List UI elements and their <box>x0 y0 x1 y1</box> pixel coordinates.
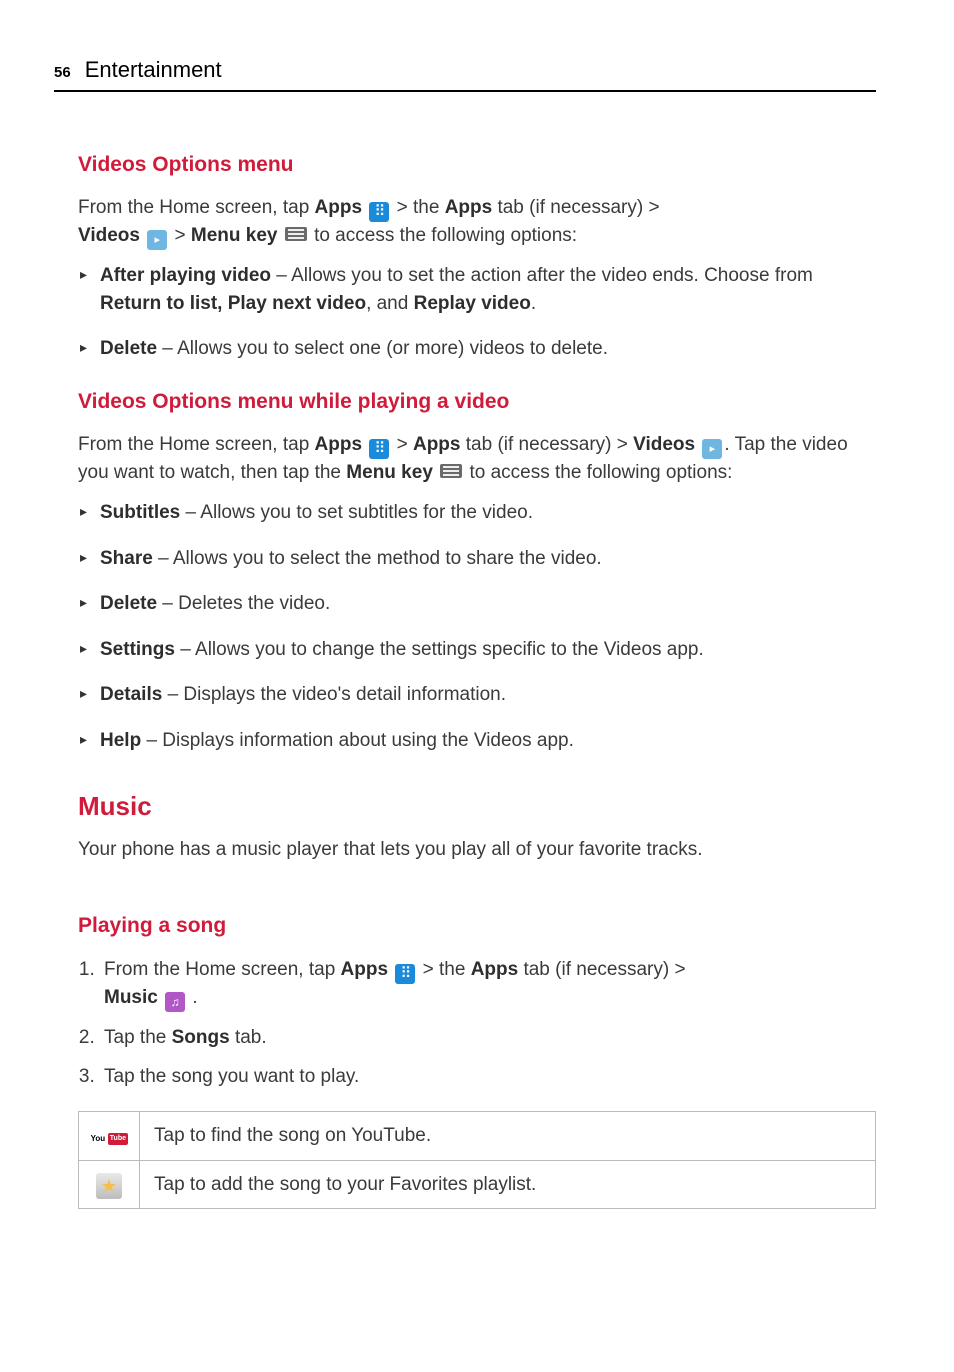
section-title: Entertainment <box>85 54 222 86</box>
table-row: Tap to find the song on YouTube. <box>79 1112 876 1161</box>
youtube-icon <box>88 1130 130 1148</box>
running-header: 56 Entertainment <box>54 54 876 92</box>
videos-icon <box>702 439 722 459</box>
list-item: Help – Displays information about using … <box>78 727 876 755</box>
heading-videos-options: Videos Options menu <box>78 150 876 180</box>
list-item: Delete – Allows you to select one (or mo… <box>78 335 876 363</box>
list-item: Subtitles – Allows you to set subtitles … <box>78 499 876 527</box>
music-icons-table: Tap to find the song on YouTube. Tap to … <box>78 1111 876 1209</box>
menu-key-icon <box>440 464 462 478</box>
list-item: Delete – Deletes the video. <box>78 590 876 618</box>
intro-videos-options-playing: From the Home screen, tap Apps > Apps ta… <box>78 431 876 487</box>
page-number: 56 <box>54 62 71 84</box>
apps-icon <box>395 964 415 984</box>
music-intro: Your phone has a music player that lets … <box>78 836 876 864</box>
heading-music: Music <box>78 788 876 826</box>
table-row: Tap to add the song to your Favorites pl… <box>79 1160 876 1209</box>
playing-song-steps: From the Home screen, tap Apps > the App… <box>78 956 876 1091</box>
videos-icon <box>147 230 167 250</box>
videos-playing-options-list: Subtitles – Allows you to set subtitles … <box>78 499 876 754</box>
step-item: Tap the Songs tab. <box>100 1024 876 1052</box>
apps-icon <box>369 439 389 459</box>
intro-videos-options: From the Home screen, tap Apps > the App… <box>78 194 876 250</box>
table-cell: Tap to find the song on YouTube. <box>140 1112 876 1161</box>
star-icon-cell <box>79 1160 140 1209</box>
apps-icon <box>369 202 389 222</box>
star-icon <box>96 1173 122 1199</box>
youtube-icon-cell <box>79 1112 140 1161</box>
list-item: Settings – Allows you to change the sett… <box>78 636 876 664</box>
table-cell: Tap to add the song to your Favorites pl… <box>140 1160 876 1209</box>
list-item: After playing video – Allows you to set … <box>78 262 876 317</box>
list-item: Share – Allows you to select the method … <box>78 545 876 573</box>
music-icon <box>165 992 185 1012</box>
heading-videos-options-playing: Videos Options menu while playing a vide… <box>78 387 876 417</box>
heading-playing-song: Playing a song <box>78 911 876 941</box>
step-item: From the Home screen, tap Apps > the App… <box>100 956 876 1012</box>
videos-options-list: After playing video – Allows you to set … <box>78 262 876 363</box>
step-item: Tap the song you want to play. <box>100 1063 876 1091</box>
menu-key-icon <box>285 227 307 241</box>
list-item: Details – Displays the video's detail in… <box>78 681 876 709</box>
